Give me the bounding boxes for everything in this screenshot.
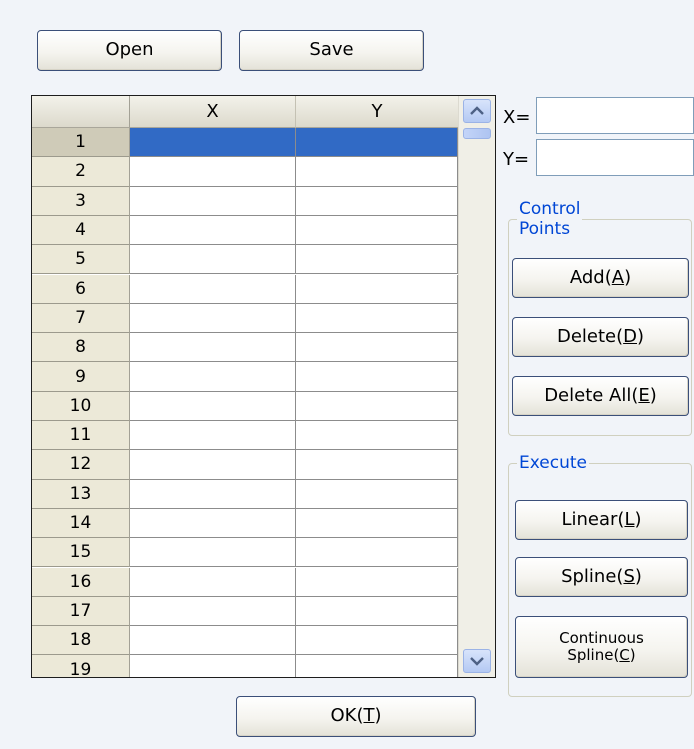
table-cell-y[interactable]	[296, 655, 458, 677]
table-cell-x[interactable]	[130, 626, 296, 656]
table-cell-x[interactable]	[130, 655, 296, 677]
spline-button[interactable]: Spline(S)	[515, 557, 688, 597]
table-cell-y[interactable]	[296, 538, 458, 568]
table-cell-x[interactable]	[130, 157, 296, 187]
y-label: Y=	[503, 149, 530, 170]
save-button[interactable]: Save	[239, 30, 424, 71]
table-cell-x[interactable]	[130, 303, 296, 334]
control-points-legend: Control Points	[519, 199, 581, 240]
delete-all-button[interactable]: Delete All(E)	[512, 376, 689, 416]
row-header[interactable]: 18	[32, 626, 130, 656]
row-header[interactable]: 16	[32, 567, 130, 597]
open-button-label: Open	[105, 39, 154, 61]
row-header[interactable]: 19	[32, 655, 130, 677]
row-header[interactable]: 7	[32, 303, 130, 334]
table-cell-x[interactable]	[130, 450, 296, 480]
table-cell-x[interactable]	[130, 567, 296, 597]
y-input[interactable]	[536, 139, 694, 176]
column-header-x[interactable]: X	[130, 96, 296, 128]
table-cell-x[interactable]	[130, 215, 296, 246]
table-cell-x[interactable]	[130, 128, 296, 158]
table-cell-y[interactable]	[296, 186, 458, 216]
table-cell-x[interactable]	[130, 245, 296, 275]
table-cell-y[interactable]	[296, 362, 458, 392]
table-cell-y[interactable]	[296, 479, 458, 509]
table-cell-y[interactable]	[296, 421, 458, 451]
control-points-table[interactable]: X Y 1 2 3 4 5 6 7 8 9 10 11 12 13 14 15 16 17 18 19	[31, 95, 496, 678]
delete-all-label: Delete All(E)	[544, 384, 657, 406]
linear-button[interactable]: Linear(L)	[515, 500, 688, 540]
table-cell-y[interactable]	[296, 157, 458, 187]
column-header-label: Y	[371, 101, 383, 122]
table-cell-y[interactable]	[296, 450, 458, 480]
row-header[interactable]: 15	[32, 538, 130, 568]
column-header-y[interactable]: Y	[296, 96, 458, 128]
continuous-spline-button[interactable]: Continuous Spline(C)	[515, 616, 688, 678]
table-cell-x[interactable]	[130, 333, 296, 363]
save-button-label: Save	[309, 39, 354, 61]
row-header[interactable]: 9	[32, 362, 130, 392]
table-cell-y[interactable]	[296, 274, 458, 304]
row-header[interactable]: 10	[32, 391, 130, 421]
table-cell-x[interactable]	[130, 508, 296, 539]
row-header[interactable]: 5	[32, 245, 130, 275]
row-header[interactable]: 17	[32, 596, 130, 627]
add-point-label: Add(A)	[569, 266, 632, 288]
delete-point-label: Delete(D)	[556, 325, 645, 347]
row-header[interactable]: 8	[32, 333, 130, 363]
table-cell-y[interactable]	[296, 333, 458, 363]
table-cell-y[interactable]	[296, 626, 458, 656]
column-header-label: X	[206, 101, 219, 122]
chevron-up-icon[interactable]	[463, 99, 491, 123]
table-cell-x[interactable]	[130, 421, 296, 451]
chevron-down-icon[interactable]	[463, 649, 491, 673]
table-cell-x[interactable]	[130, 596, 296, 627]
execute-legend: Execute	[519, 453, 587, 473]
table-cell-x[interactable]	[130, 362, 296, 392]
row-header[interactable]: 13	[32, 479, 130, 509]
ok-button-label: OK(T)	[330, 705, 382, 727]
row-header-corner	[32, 96, 130, 128]
table-cell-x[interactable]	[130, 479, 296, 509]
table-cell-x[interactable]	[130, 391, 296, 421]
table-cell-x[interactable]	[130, 186, 296, 216]
row-header[interactable]: 12	[32, 450, 130, 480]
row-header[interactable]: 6	[32, 274, 130, 304]
table-cell-y[interactable]	[296, 128, 458, 158]
delete-point-button[interactable]: Delete(D)	[512, 317, 689, 357]
row-header[interactable]: 2	[32, 157, 130, 187]
x-input[interactable]	[536, 97, 694, 134]
table-cell-y[interactable]	[296, 391, 458, 421]
table-cell-y[interactable]	[296, 508, 458, 539]
table-cell-y[interactable]	[296, 303, 458, 334]
table-cell-y[interactable]	[296, 596, 458, 627]
row-header[interactable]: 14	[32, 508, 130, 539]
spline-label: Spline(S)	[561, 565, 642, 587]
x-label: X=	[503, 107, 531, 128]
table-cell-x[interactable]	[130, 274, 296, 304]
ok-button[interactable]: OK(T)	[236, 696, 476, 737]
scrollbar-thumb[interactable]	[463, 128, 491, 139]
table-cell-y[interactable]	[296, 245, 458, 275]
open-button[interactable]: Open	[37, 30, 222, 71]
linear-label: Linear(L)	[561, 508, 642, 530]
add-point-button[interactable]: Add(A)	[512, 258, 689, 298]
table-cell-y[interactable]	[296, 567, 458, 597]
row-header[interactable]: 4	[32, 215, 130, 246]
row-header[interactable]: 11	[32, 421, 130, 451]
row-header[interactable]: 1	[32, 128, 130, 158]
table-cell-y[interactable]	[296, 215, 458, 246]
row-header[interactable]: 3	[32, 186, 130, 216]
vertical-scrollbar[interactable]	[458, 96, 495, 677]
table-cell-x[interactable]	[130, 538, 296, 568]
continuous-spline-label: Continuous Spline(C)	[559, 628, 644, 664]
